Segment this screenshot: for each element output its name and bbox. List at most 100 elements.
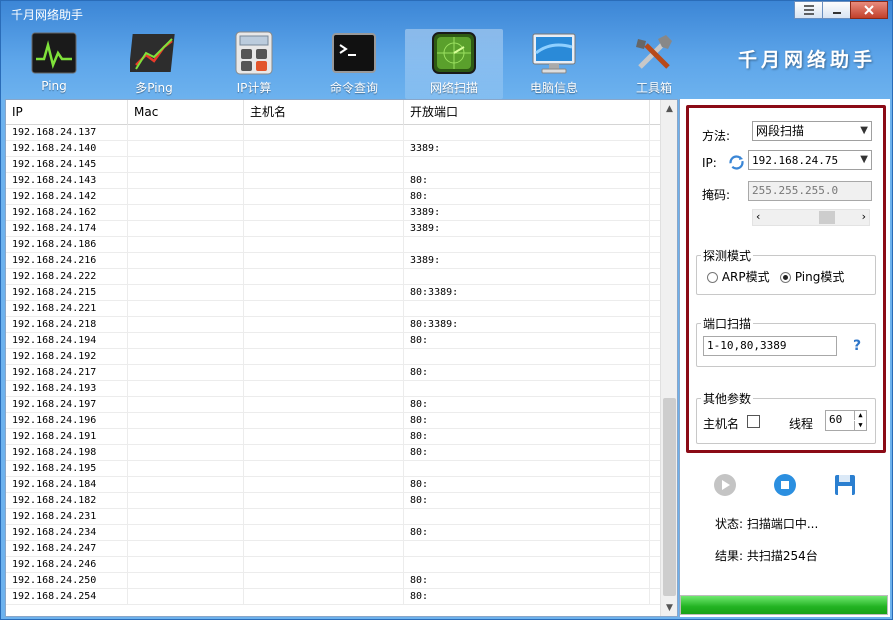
calculator-icon: [230, 31, 278, 75]
table-row[interactable]: 192.168.24.195: [6, 461, 660, 477]
table-row[interactable]: 192.168.24.184 80:: [6, 477, 660, 493]
play-icon[interactable]: [713, 473, 737, 497]
cell-ports: [404, 509, 650, 525]
table-row[interactable]: 192.168.24.246: [6, 557, 660, 573]
table-row[interactable]: 192.168.24.198 80:: [6, 445, 660, 461]
table-row[interactable]: 192.168.24.192: [6, 349, 660, 365]
minimize-button[interactable]: [822, 1, 851, 19]
stepper-down-icon[interactable]: ▼: [854, 421, 866, 430]
table-row[interactable]: 192.168.24.234 80:: [6, 525, 660, 541]
tool-ip-calc[interactable]: IP计算: [205, 29, 303, 99]
cell-ports: [404, 381, 650, 397]
horizontal-scrollbar[interactable]: ‹ ›: [752, 209, 870, 226]
table-row[interactable]: 192.168.24.140 3389:: [6, 141, 660, 157]
tool-command[interactable]: 命令查询: [305, 29, 403, 99]
menu-button[interactable]: [794, 1, 823, 19]
cell-ip: 192.168.24.143: [6, 173, 128, 189]
cell-hostname: [244, 509, 404, 525]
table-row[interactable]: 192.168.24.145: [6, 157, 660, 173]
cell-mac: [128, 477, 244, 493]
cell-ip: 192.168.24.217: [6, 365, 128, 381]
table-row[interactable]: 192.168.24.218 80:3389:: [6, 317, 660, 333]
table-row[interactable]: 192.168.24.222: [6, 269, 660, 285]
ip-select[interactable]: 192.168.24.75 ▼: [748, 150, 872, 170]
tool-multi-ping[interactable]: 多Ping: [105, 29, 203, 99]
port-range-input[interactable]: 1-10,80,3389: [703, 336, 837, 356]
tool-ping[interactable]: Ping: [5, 29, 103, 99]
arp-mode-option[interactable]: ARP模式: [707, 268, 770, 285]
table-row[interactable]: 192.168.24.215 80:3389:: [6, 285, 660, 301]
table-row[interactable]: 192.168.24.191 80:: [6, 429, 660, 445]
other-params-group: 其他参数 主机名 线程 60 ▲ ▼: [696, 390, 876, 444]
scroll-thumb[interactable]: [663, 398, 676, 596]
table-row[interactable]: 192.168.24.193: [6, 381, 660, 397]
cell-ports: 80:: [404, 493, 650, 509]
table-row[interactable]: 192.168.24.231: [6, 509, 660, 525]
table-row[interactable]: 192.168.24.250 80:: [6, 573, 660, 589]
tool-pc-info[interactable]: 电脑信息: [505, 29, 603, 99]
column-header-open-ports[interactable]: 开放端口: [404, 100, 650, 125]
table-row[interactable]: 192.168.24.196 80:: [6, 413, 660, 429]
thread-stepper[interactable]: 60 ▲ ▼: [825, 410, 867, 431]
cell-mac: [128, 461, 244, 477]
table-row[interactable]: 192.168.24.174 3389:: [6, 221, 660, 237]
vertical-scrollbar[interactable]: ▲ ▼: [660, 100, 677, 616]
table-row[interactable]: 192.168.24.186: [6, 237, 660, 253]
title-bar[interactable]: 千月网络助手: [1, 1, 893, 27]
table-row[interactable]: 192.168.24.197 80:: [6, 397, 660, 413]
table-row[interactable]: 192.168.24.254 80:: [6, 589, 660, 605]
refresh-icon[interactable]: [728, 154, 745, 171]
table-row[interactable]: 192.168.24.142 80:: [6, 189, 660, 205]
cell-ports: [404, 125, 650, 141]
table-row[interactable]: 192.168.24.221: [6, 301, 660, 317]
cell-hostname: [244, 381, 404, 397]
cell-ports: [404, 349, 650, 365]
cell-ip: 192.168.24.194: [6, 333, 128, 349]
cell-mac: [128, 285, 244, 301]
table-row[interactable]: 192.168.24.143 80:: [6, 173, 660, 189]
cell-hostname: [244, 141, 404, 157]
scan-results-table[interactable]: IP Mac 主机名 开放端口 192.168.24.137 192.168.24…: [5, 99, 678, 617]
tool-network-scan[interactable]: 网络扫描: [405, 29, 503, 99]
column-header-mac[interactable]: Mac: [128, 100, 244, 125]
column-header-ip[interactable]: IP: [6, 100, 128, 125]
help-icon[interactable]: ?: [853, 338, 861, 354]
table-row[interactable]: 192.168.24.137: [6, 125, 660, 141]
stop-icon[interactable]: [773, 473, 797, 497]
cell-hostname: [244, 125, 404, 141]
save-icon[interactable]: [833, 473, 857, 497]
scroll-up-icon[interactable]: ▲: [661, 100, 677, 117]
table-row[interactable]: 192.168.24.194 80:: [6, 333, 660, 349]
scroll-thumb[interactable]: [819, 211, 835, 224]
cell-ports: [404, 557, 650, 573]
hostname-checkbox[interactable]: [747, 415, 760, 428]
cell-ports: 3389:: [404, 141, 650, 157]
ping-mode-radio[interactable]: [780, 272, 791, 283]
cell-ports: 80:3389:: [404, 285, 650, 301]
arp-mode-radio[interactable]: [707, 272, 718, 283]
tool-toolbox[interactable]: 工具箱: [605, 29, 703, 99]
column-header-hostname[interactable]: 主机名: [244, 100, 404, 125]
method-select[interactable]: 网段扫描 ▼: [752, 121, 872, 141]
table-row[interactable]: 192.168.24.162 3389:: [6, 205, 660, 221]
scroll-right-icon[interactable]: ›: [862, 210, 866, 223]
cell-mac: [128, 573, 244, 589]
table-row[interactable]: 192.168.24.216 3389:: [6, 253, 660, 269]
tool-label: IP计算: [236, 81, 272, 95]
table-row[interactable]: 192.168.24.247: [6, 541, 660, 557]
cell-hostname: [244, 461, 404, 477]
stepper-up-icon[interactable]: ▲: [854, 411, 866, 420]
ping-mode-option[interactable]: Ping模式: [780, 268, 844, 285]
cell-hostname: [244, 445, 404, 461]
scroll-left-icon[interactable]: ‹: [756, 210, 760, 223]
detect-mode-group: 探测模式 ARP模式 Ping模式: [696, 247, 876, 295]
thread-value: 60: [829, 413, 843, 426]
cell-ports: [404, 541, 650, 557]
cell-hostname: [244, 173, 404, 189]
table-row[interactable]: 192.168.24.182 80:: [6, 493, 660, 509]
mask-field[interactable]: 255.255.255.0: [748, 181, 872, 201]
scroll-down-icon[interactable]: ▼: [661, 599, 677, 616]
cell-hostname: [244, 493, 404, 509]
table-row[interactable]: 192.168.24.217 80:: [6, 365, 660, 381]
close-button[interactable]: [850, 1, 888, 19]
